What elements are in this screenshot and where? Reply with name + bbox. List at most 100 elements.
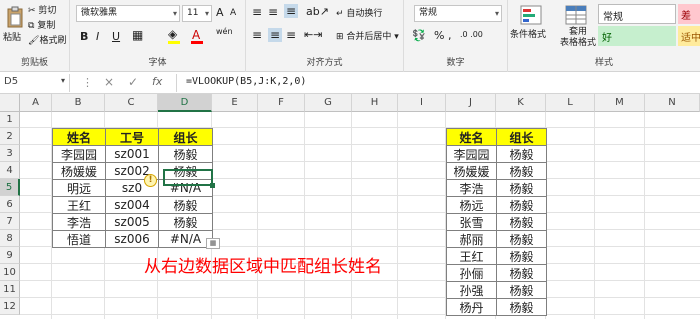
left-table-cell[interactable]: #N/A <box>158 230 213 248</box>
formula-input[interactable]: =VLOOKUP(B5,J:K,2,0) <box>186 76 306 87</box>
row-header-9[interactable]: 9 <box>0 247 20 264</box>
left-table-cell[interactable]: sz005 <box>105 213 159 231</box>
right-table-cell[interactable]: 孙强 <box>446 281 497 299</box>
cut-button[interactable]: ✂ 剪切 <box>28 3 56 16</box>
left-table-cell[interactable]: 明远 <box>52 179 106 197</box>
left-table-cell[interactable]: 李园园 <box>52 145 106 163</box>
worksheet[interactable]: ABCDEFGHIJKLMN 1 2 3 4 5 6 7 8 9 10 11 12 姓名 工号 组长 李园园… <box>0 94 700 319</box>
column-header-j[interactable]: J <box>446 94 496 112</box>
enter-button[interactable]: ✓ <box>128 75 138 89</box>
align-top-icon[interactable]: ≡ <box>252 5 262 19</box>
right-table-cell[interactable]: 王红 <box>446 247 497 265</box>
style-good[interactable]: 好 <box>598 26 676 46</box>
right-table-cell[interactable]: 杨毅 <box>496 179 547 197</box>
column-header-c[interactable]: C <box>105 94 158 112</box>
right-table-cell[interactable]: 杨远 <box>446 196 497 214</box>
table-format-icon[interactable] <box>562 4 590 26</box>
row-header-11[interactable]: 11 <box>0 281 20 298</box>
percent-button[interactable]: % <box>434 29 444 42</box>
shrink-font-button[interactable]: A <box>230 8 236 18</box>
column-header-i[interactable]: I <box>398 94 446 112</box>
number-format-select[interactable]: 常规 ▾ <box>414 5 502 22</box>
grow-font-button[interactable]: A <box>216 6 224 19</box>
fill-handle[interactable] <box>210 183 215 188</box>
column-header-n[interactable]: N <box>645 94 700 112</box>
name-box[interactable]: D5 ▾ <box>0 74 70 92</box>
left-table-cell[interactable]: sz006 <box>105 230 159 248</box>
right-table-cell[interactable]: 孙俪 <box>446 264 497 282</box>
table-format-label[interactable]: 套用 表格格式 <box>560 27 596 49</box>
align-right-icon[interactable]: ≡ <box>286 28 296 42</box>
underline-button[interactable]: U <box>112 30 120 43</box>
select-all-corner[interactable] <box>0 94 20 112</box>
right-table-header-cell[interactable]: 姓名 <box>446 128 497 146</box>
column-header-e[interactable]: E <box>212 94 258 112</box>
right-table-cell[interactable]: 杨毅 <box>496 264 547 282</box>
left-table-cell[interactable]: 杨媛媛 <box>52 162 106 180</box>
left-table-header-cell[interactable]: 工号 <box>105 128 159 146</box>
style-normal[interactable]: 常规 <box>598 4 676 24</box>
right-table-cell[interactable]: 李园园 <box>446 145 497 163</box>
paste-options-icon[interactable]: ▦ <box>206 238 220 249</box>
row-header-7[interactable]: 7 <box>0 213 20 230</box>
right-table-cell[interactable]: 杨毅 <box>496 162 547 180</box>
right-table-cell[interactable]: 张雪 <box>446 213 497 231</box>
align-middle-icon[interactable]: ≡ <box>268 5 278 19</box>
indent-icon[interactable]: ⇤⇥ <box>304 28 322 41</box>
column-header-l[interactable]: L <box>546 94 595 112</box>
conditional-format-icon[interactable] <box>516 4 546 26</box>
conditional-format-label[interactable]: 条件格式 <box>510 27 546 40</box>
right-table-cell[interactable]: 杨毅 <box>496 145 547 163</box>
row-header-12[interactable]: 12 <box>0 298 20 315</box>
align-bottom-icon[interactable]: ≡ <box>284 4 299 18</box>
insert-function-button[interactable]: fx <box>152 75 162 88</box>
right-table-cell[interactable]: 杨毅 <box>496 230 547 248</box>
merge-center-button[interactable]: ⊞ 合并后居中 ▾ <box>336 29 399 42</box>
style-neutral[interactable]: 适中 <box>678 26 700 46</box>
align-center-icon[interactable]: ≡ <box>268 28 283 42</box>
format-painter-button[interactable]: 🖌格式刷 <box>28 33 66 46</box>
italic-button[interactable]: I <box>96 30 99 43</box>
right-table-cell[interactable]: 郝丽 <box>446 230 497 248</box>
left-table-cell[interactable]: sz001 <box>105 145 159 163</box>
left-table-cell[interactable]: sz004 <box>105 196 159 214</box>
align-left-icon[interactable]: ≡ <box>252 28 262 42</box>
right-table-cell[interactable]: 杨毅 <box>496 247 547 265</box>
row-header-4[interactable]: 4 <box>0 162 20 179</box>
copy-button[interactable]: ⧉ 复制 <box>28 18 55 31</box>
left-table-cell[interactable]: 杨毅 <box>158 213 213 231</box>
currency-icon[interactable]: 💱 <box>412 29 426 42</box>
right-table-cell[interactable]: 杨丹 <box>446 298 497 316</box>
font-name-select[interactable]: 微软雅黑 ▾ <box>76 5 180 22</box>
wrap-text-button[interactable]: ↵ 自动换行 <box>336 6 382 19</box>
error-warning-icon[interactable]: ! <box>144 174 157 187</box>
column-header-k[interactable]: K <box>496 94 546 112</box>
left-table-cell[interactable]: 杨毅 <box>158 196 213 214</box>
row-header-1[interactable]: 1 <box>0 112 20 128</box>
left-table-header-cell[interactable]: 组长 <box>158 128 213 146</box>
column-header-a[interactable]: A <box>20 94 52 112</box>
row-header-2[interactable]: 2 <box>0 128 20 145</box>
column-header-m[interactable]: M <box>595 94 645 112</box>
comma-button[interactable]: , <box>448 29 452 42</box>
row-header-10[interactable]: 10 <box>0 264 20 281</box>
left-table-cell[interactable]: 悟道 <box>52 230 106 248</box>
row-header-6[interactable]: 6 <box>0 196 20 213</box>
column-header-f[interactable]: F <box>258 94 305 112</box>
left-table-cell[interactable]: 杨毅 <box>158 145 213 163</box>
column-header-g[interactable]: G <box>305 94 352 112</box>
left-table-cell[interactable]: 王红 <box>52 196 106 214</box>
right-table-cell[interactable]: 杨毅 <box>496 213 547 231</box>
border-icon[interactable]: ▦ <box>132 28 143 42</box>
column-header-h[interactable]: H <box>352 94 398 112</box>
right-table-header-cell[interactable]: 组长 <box>496 128 547 146</box>
font-color-button[interactable]: A <box>192 28 200 42</box>
paste-icon[interactable] <box>4 4 26 30</box>
right-table-cell[interactable]: 杨毅 <box>496 281 547 299</box>
decimal-button[interactable]: .0 .00 <box>460 30 483 39</box>
column-header-b[interactable]: B <box>52 94 105 112</box>
phonetic-button[interactable]: wén <box>216 27 233 36</box>
left-table-cell[interactable]: 李浩 <box>52 213 106 231</box>
orientation-icon[interactable]: ab↗ <box>306 5 329 18</box>
row-header-3[interactable]: 3 <box>0 145 20 162</box>
